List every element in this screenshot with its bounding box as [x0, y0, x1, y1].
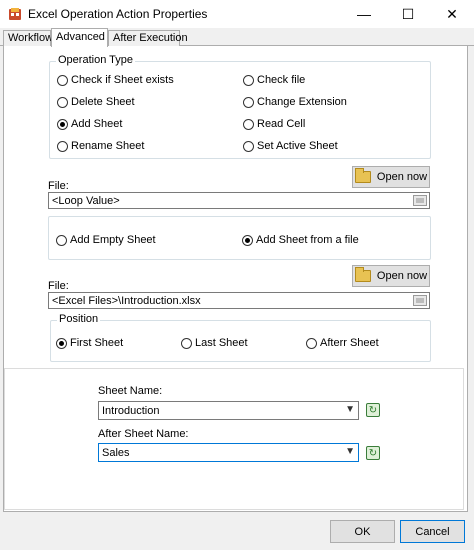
- file-input-1[interactable]: <Loop Value>: [48, 192, 430, 209]
- sheet-name-combo[interactable]: Introduction ▼: [98, 401, 359, 420]
- radio-label: Read Cell: [257, 118, 306, 130]
- radio-label: First Sheet: [70, 337, 124, 349]
- excel-action-icon: [9, 8, 21, 20]
- folder-open-icon: [354, 168, 371, 183]
- title-bar: Excel Operation Action Properties — ☐ ✕: [0, 0, 474, 28]
- tab-strip: Workflow Advanced After Execution: [0, 28, 474, 47]
- refresh-icon[interactable]: ↻: [366, 403, 380, 417]
- open-now-button-2[interactable]: Open now: [352, 265, 430, 287]
- after-sheet-name-combo[interactable]: Sales ▼: [98, 443, 359, 462]
- sheet-name-value: Introduction: [102, 405, 160, 417]
- radio-after-sheet[interactable]: Afterr Sheet: [306, 337, 379, 349]
- operation-type-group: Operation Type Check if Sheet exists Del…: [49, 54, 431, 159]
- folder-open-icon: [354, 267, 371, 282]
- file-label-1: File:: [48, 180, 69, 192]
- radio-set-active-sheet[interactable]: Set Active Sheet: [243, 140, 338, 152]
- radio-label: Add Empty Sheet: [70, 234, 156, 246]
- radio-indicator: [57, 118, 68, 130]
- radio-add-sheet-from-file[interactable]: Add Sheet from a file: [242, 234, 359, 246]
- after-sheet-name-value: Sales: [102, 447, 130, 459]
- browse-icon[interactable]: [413, 295, 427, 306]
- ok-button[interactable]: OK: [330, 520, 395, 543]
- cancel-button[interactable]: Cancel: [400, 520, 465, 543]
- radio-indicator: [242, 234, 253, 246]
- chevron-down-icon[interactable]: ▼: [345, 446, 355, 457]
- radio-label: Set Active Sheet: [257, 140, 338, 152]
- radio-indicator: [56, 337, 67, 349]
- open-now-button-1[interactable]: Open now: [352, 166, 430, 188]
- radio-rename-sheet[interactable]: Rename Sheet: [57, 140, 144, 152]
- radio-indicator: [181, 337, 192, 349]
- radio-indicator: [243, 118, 254, 130]
- file-input-2[interactable]: <Excel Files>\Introduction.xlsx: [48, 292, 430, 309]
- file-label-2: File:: [48, 280, 69, 292]
- operation-type-label: Operation Type: [56, 54, 136, 66]
- radio-indicator: [243, 74, 254, 86]
- file-input-value: <Loop Value>: [52, 195, 120, 207]
- sheet-name-label: Sheet Name:: [98, 385, 163, 397]
- radio-add-empty-sheet[interactable]: Add Empty Sheet: [56, 234, 156, 246]
- radio-label: Check if Sheet exists: [71, 74, 174, 86]
- radio-indicator: [306, 337, 317, 349]
- radio-label: Delete Sheet: [71, 96, 135, 108]
- tab-after-execution[interactable]: After Execution: [108, 30, 188, 46]
- radio-label: Afterr Sheet: [320, 337, 379, 349]
- refresh-icon[interactable]: ↻: [366, 446, 380, 460]
- sheet-names-panel: Sheet Name: Introduction ▼ ↻ After Sheet…: [4, 368, 464, 510]
- after-sheet-name-label: After Sheet Name:: [98, 428, 189, 440]
- radio-indicator: [56, 234, 67, 246]
- radio-indicator: [243, 96, 254, 108]
- radio-check-if-sheet-exists[interactable]: Check if Sheet exists: [57, 74, 174, 86]
- radio-indicator: [243, 140, 254, 152]
- radio-indicator: [57, 140, 68, 152]
- radio-change-extension[interactable]: Change Extension: [243, 96, 347, 108]
- radio-label: Last Sheet: [195, 337, 248, 349]
- radio-indicator: [57, 96, 68, 108]
- maximize-button[interactable]: ☐: [386, 0, 430, 28]
- radio-check-file[interactable]: Check file: [243, 74, 305, 86]
- open-now-label: Open now: [376, 270, 428, 282]
- radio-label: Change Extension: [257, 96, 347, 108]
- tab-workflow[interactable]: Workflow: [3, 30, 53, 46]
- position-group: Position First Sheet Last Sheet Afterr S…: [50, 313, 431, 362]
- window-title: Excel Operation Action Properties: [28, 7, 208, 21]
- minimize-button[interactable]: —: [342, 0, 386, 28]
- radio-indicator: [57, 74, 68, 86]
- radio-label: Add Sheet from a file: [256, 234, 359, 246]
- radio-label: Check file: [257, 74, 306, 86]
- close-button[interactable]: ✕: [430, 0, 474, 28]
- radio-read-cell[interactable]: Read Cell: [243, 118, 305, 130]
- browse-icon[interactable]: [413, 195, 427, 206]
- file-input-value: <Excel Files>\Introduction.xlsx: [52, 295, 201, 307]
- radio-last-sheet[interactable]: Last Sheet: [181, 337, 248, 349]
- radio-add-sheet[interactable]: Add Sheet: [57, 118, 122, 130]
- add-mode-group: Add Empty Sheet Add Sheet from a file: [48, 216, 431, 260]
- tab-advanced[interactable]: Advanced: [51, 28, 108, 47]
- radio-label: Rename Sheet: [71, 140, 145, 152]
- radio-first-sheet[interactable]: First Sheet: [56, 337, 123, 349]
- position-label: Position: [57, 313, 101, 325]
- open-now-label: Open now: [376, 171, 428, 183]
- radio-delete-sheet[interactable]: Delete Sheet: [57, 96, 135, 108]
- chevron-down-icon[interactable]: ▼: [345, 404, 355, 415]
- radio-label: Add Sheet: [71, 118, 123, 130]
